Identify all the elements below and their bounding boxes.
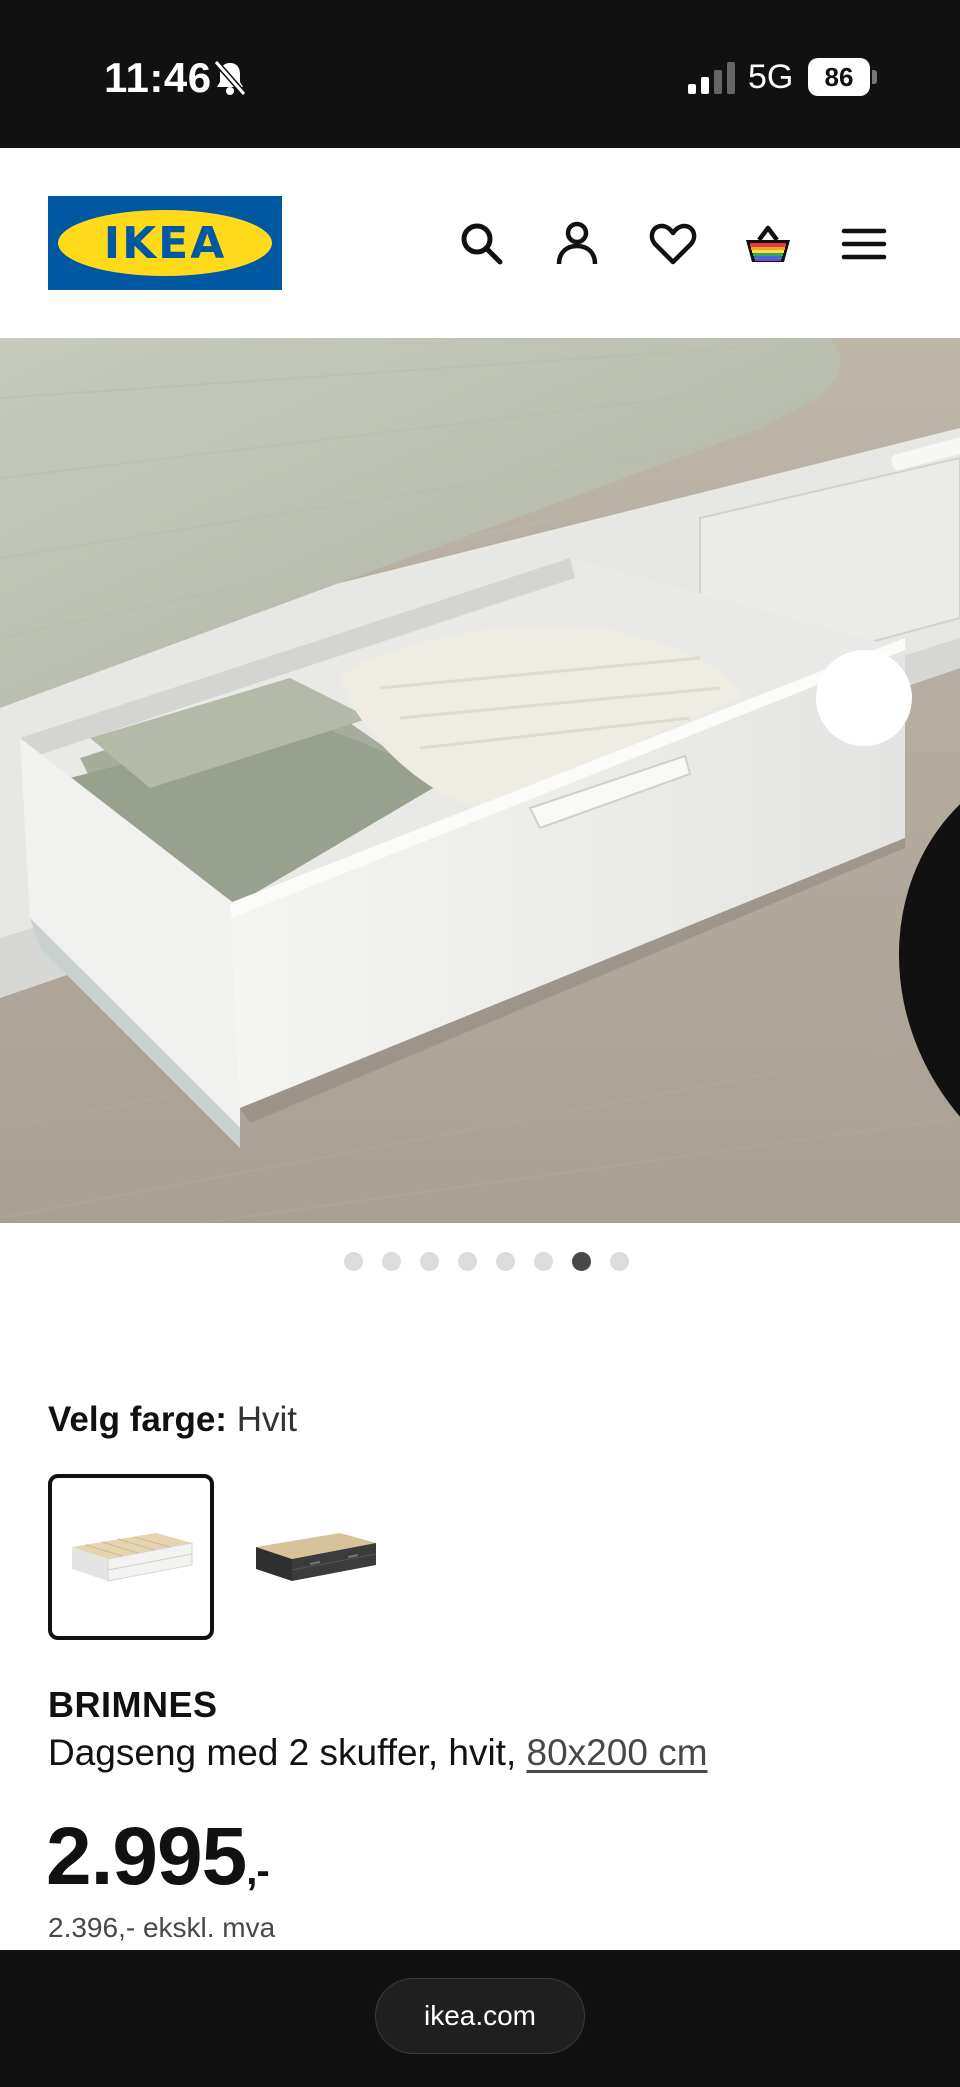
color-label-value: Hvit (236, 1400, 297, 1439)
product-size-link[interactable]: 80x200 cm (527, 1732, 708, 1773)
status-bar: 11:46 5G 86 (0, 0, 960, 148)
heart-icon (899, 804, 960, 1117)
logo-text: IKEA (103, 217, 227, 269)
white-daybed-thumbnail (72, 1533, 193, 1582)
black-daybed-thumbnail (256, 1533, 377, 1581)
product-price: 2.995,- (46, 1810, 270, 1904)
carousel-dot[interactable] (343, 1252, 363, 1271)
carousel-dot[interactable] (495, 1252, 515, 1271)
carousel-dot-active[interactable] (571, 1252, 591, 1271)
product-description-text: Dagseng med 2 skuffer, hvit, (48, 1732, 517, 1773)
price-value: 2.995 (46, 1811, 247, 1902)
product-description: Dagseng med 2 skuffer, hvit, 80x200 cm (48, 1732, 708, 1774)
carousel-dot[interactable] (609, 1252, 629, 1271)
status-time: 11:46 (104, 54, 212, 101)
browser-bottom-bar: ikea.com (0, 1950, 960, 2087)
color-select-label: Velg farge: Hvit (48, 1400, 297, 1440)
color-option-black[interactable] (232, 1474, 398, 1640)
carousel-dot[interactable] (457, 1252, 477, 1271)
menu-icon[interactable] (838, 218, 890, 270)
search-icon[interactable] (456, 218, 508, 270)
price-suffix: ,- (246, 1849, 269, 1893)
battery-level: 86 (808, 58, 870, 96)
ikea-logo[interactable]: IKEA (48, 196, 282, 290)
price-ex-vat: 2.396,- ekskl. mva (48, 1912, 276, 1943)
carousel-dot[interactable] (533, 1252, 553, 1271)
product-name: BRIMNES (48, 1684, 218, 1725)
carousel-dot[interactable] (419, 1252, 439, 1271)
battery-icon: 86 (808, 58, 877, 96)
image-carousel-dots (0, 1252, 960, 1274)
color-label-key: Velg farge: (48, 1400, 227, 1439)
color-option-white[interactable] (48, 1474, 214, 1640)
product-image[interactable] (0, 338, 960, 1223)
network-label: 5G (748, 58, 794, 96)
bell-muted-icon (213, 60, 247, 96)
site-header: IKEA (0, 148, 960, 338)
basket-icon[interactable] (742, 218, 794, 270)
carousel-dot[interactable] (381, 1252, 401, 1271)
add-to-wishlist-button[interactable] (816, 650, 960, 1117)
address-bar[interactable]: ikea.com (375, 1978, 585, 2054)
heart-icon[interactable] (647, 218, 699, 270)
profile-icon[interactable] (551, 218, 603, 270)
signal-icon (688, 62, 735, 94)
